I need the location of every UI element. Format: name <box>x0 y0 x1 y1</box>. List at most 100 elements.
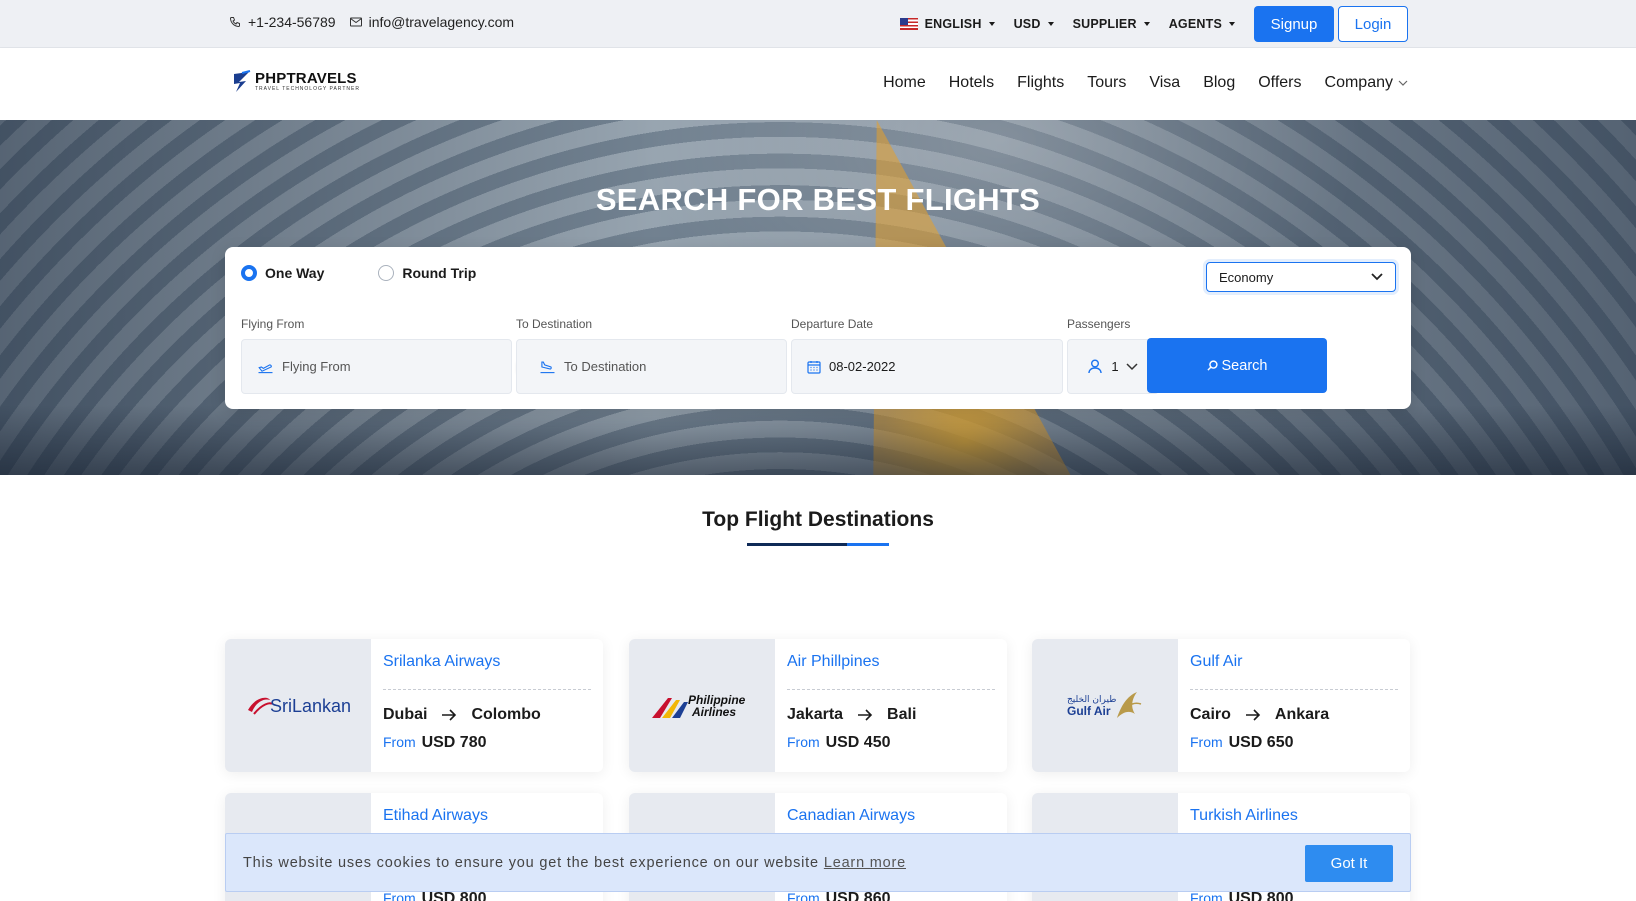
route: Jakarta Bali <box>787 706 995 724</box>
hero-title: SEARCH FOR BEST FLIGHTS <box>595 182 1041 217</box>
airline-name[interactable]: Canadian Airways <box>787 807 995 831</box>
supplier-dropdown[interactable]: SUPPLIER <box>1073 17 1150 31</box>
nav-visa[interactable]: Visa <box>1149 74 1180 92</box>
search-button-label: Search <box>1221 357 1268 374</box>
route-origin: Jakarta <box>787 706 844 723</box>
landing-icon <box>540 361 555 373</box>
hero-ground-shade <box>0 405 1636 475</box>
signup-button[interactable]: Signup <box>1254 6 1334 42</box>
flying-from-input[interactable]: Flying From <box>241 339 512 394</box>
one-way-option[interactable]: One Way <box>241 265 324 281</box>
gulf-air-logo-icon: طيران الخليج Gulf Air <box>1067 691 1142 718</box>
nav-home[interactable]: Home <box>883 74 926 92</box>
logo-name: PHPTRAVELS <box>255 70 357 87</box>
price-value: USD 780 <box>421 734 487 751</box>
price-prefix: From <box>787 734 820 750</box>
language-dropdown[interactable]: ENGLISH <box>899 17 995 31</box>
route-destination: Ankara <box>1274 706 1330 723</box>
agents-dropdown[interactable]: AGENTS <box>1169 17 1235 31</box>
departure-date-input[interactable]: 08-02-2022 <box>791 339 1063 394</box>
price: From USD 650 <box>1190 734 1398 752</box>
card-divider <box>383 689 591 690</box>
cookie-accept-button[interactable]: Got It <box>1305 845 1393 882</box>
currency-label: USD <box>1013 17 1041 31</box>
route-origin: Cairo <box>1190 706 1231 723</box>
to-destination-input[interactable]: To Destination <box>516 339 787 394</box>
login-button[interactable]: Login <box>1338 6 1408 42</box>
flying-from-label: Flying From <box>241 317 305 331</box>
round-trip-radio[interactable] <box>378 265 395 281</box>
arrow-right-icon <box>442 709 457 721</box>
airline-name[interactable]: Turkish Airlines <box>1190 807 1398 831</box>
supplier-label: SUPPLIER <box>1072 17 1137 31</box>
card-body: Air Phillpines Jakarta Bali From USD 450 <box>787 653 995 752</box>
svg-text:SriLankan: SriLankan <box>270 696 350 716</box>
airline-name[interactable]: Srilanka Airways <box>383 653 591 677</box>
nav-company-label: Company <box>1324 74 1393 91</box>
caret-down-icon <box>1229 22 1235 26</box>
user-icon <box>1088 359 1103 374</box>
nav-blog[interactable]: Blog <box>1203 74 1235 92</box>
phone-icon <box>229 17 240 28</box>
cookie-banner: This website uses cookies to ensure you … <box>225 833 1411 892</box>
nav-hotels[interactable]: Hotels <box>949 74 994 92</box>
price-value: USD 650 <box>1228 734 1294 751</box>
destination-card[interactable]: SriLankan Srilanka Airways Dubai Colombo… <box>225 639 603 772</box>
main-navbar: PHPTRAVELS TRAVEL TECHNOLOGY PARTNER Hom… <box>0 48 1636 120</box>
cabin-class-select[interactable]: Economy <box>1206 262 1396 292</box>
airline-logo: SriLankan <box>225 639 371 772</box>
card-body: Srilanka Airways Dubai Colombo From USD … <box>383 653 591 752</box>
nav-menu: Home Hotels Flights Tours Visa Blog Offe… <box>860 74 1408 92</box>
chevron-down-icon <box>1126 362 1138 370</box>
flight-search-form: One Way Round Trip Economy Flying From F… <box>225 247 1411 409</box>
arrow-right-icon <box>1245 709 1261 721</box>
search-flights-button[interactable]: Search <box>1147 338 1327 393</box>
card-divider <box>787 689 995 690</box>
destination-card[interactable]: طيران الخليج Gulf Air Gulf Air Cairo Ank… <box>1032 639 1410 772</box>
route-destination: Bali <box>887 706 917 723</box>
currency-dropdown[interactable]: USD <box>1014 17 1054 31</box>
airline-name[interactable]: Gulf Air <box>1190 653 1398 677</box>
nav-tours[interactable]: Tours <box>1087 74 1126 92</box>
cookie-message: This website uses cookies to ensure you … <box>243 854 819 871</box>
price: From USD 450 <box>787 734 995 752</box>
us-flag-icon <box>899 18 918 30</box>
site-logo[interactable]: PHPTRAVELS TRAVEL TECHNOLOGY PARTNER <box>232 70 360 94</box>
airline-name[interactable]: Etihad Airways <box>383 807 591 831</box>
departure-date-label: Departure Date <box>791 317 874 331</box>
nav-offers[interactable]: Offers <box>1258 74 1301 92</box>
airline-logo: Philippine Airlines <box>629 639 775 772</box>
route-destination: Colombo <box>471 706 541 723</box>
airline-name[interactable]: Air Phillpines <box>787 653 995 677</box>
top-actions: ENGLISH USD SUPPLIER AGENTS Signup Login <box>899 6 1408 42</box>
route-origin: Dubai <box>383 706 428 723</box>
learn-more-link[interactable]: Learn more <box>824 855 906 871</box>
price: From USD 780 <box>383 734 591 752</box>
arrow-right-icon <box>858 709 873 721</box>
price-value: USD 450 <box>825 734 891 751</box>
mail-icon <box>349 17 362 27</box>
to-destination-placeholder: To Destination <box>564 359 647 374</box>
nav-flights[interactable]: Flights <box>1017 74 1064 92</box>
one-way-radio[interactable] <box>241 265 257 281</box>
destination-card[interactable]: Philippine Airlines Air Phillpines Jakar… <box>629 639 1007 772</box>
airline-logo: طيران الخليج Gulf Air <box>1032 639 1178 772</box>
section-title-underline <box>747 543 889 546</box>
cabin-class-value: Economy <box>1219 269 1274 285</box>
trip-type-group: One Way Round Trip <box>241 265 530 281</box>
caret-down-icon <box>1047 22 1054 26</box>
phone-text: +1-234-56789 <box>248 14 336 30</box>
email-text: info@travelagency.com <box>368 14 515 30</box>
top-bar: +1-234-56789 info@travelagency.com ENGLI… <box>0 0 1636 48</box>
round-trip-option[interactable]: Round Trip <box>378 265 476 281</box>
contact-info: +1-234-56789 info@travelagency.com <box>229 14 528 30</box>
nav-company[interactable]: Company <box>1325 74 1408 92</box>
logo-tagline: TRAVEL TECHNOLOGY PARTNER <box>255 86 360 92</box>
phone-link[interactable]: +1-234-56789 <box>229 14 336 30</box>
passengers-value: 1 <box>1111 359 1119 374</box>
price-prefix: From <box>383 734 416 750</box>
passengers-dropdown[interactable]: 1 <box>1067 339 1159 394</box>
route: Cairo Ankara <box>1190 706 1398 724</box>
route: Dubai Colombo <box>383 706 591 724</box>
email-link[interactable]: info@travelagency.com <box>349 14 515 30</box>
